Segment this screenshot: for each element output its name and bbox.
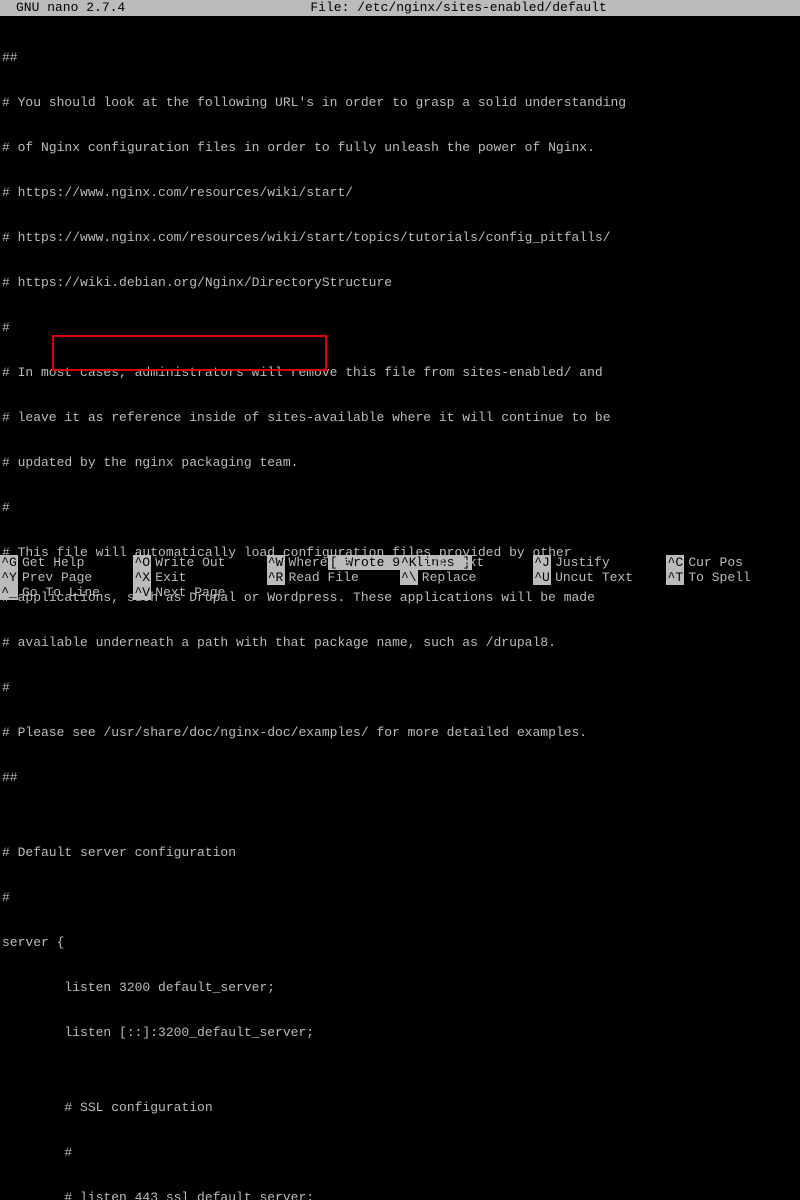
file-line: # (0, 1145, 800, 1160)
file-line: # SSL configuration (0, 1100, 800, 1115)
file-line: # (0, 320, 800, 335)
file-line: # https://www.nginx.com/resources/wiki/s… (0, 230, 800, 245)
file-line: # In most cases, administrators will rem… (0, 365, 800, 380)
shortcut-label: Get Help (22, 555, 84, 570)
file-line: listen 3200 default_server; (0, 980, 800, 995)
shortcut-label: Justify (555, 555, 610, 570)
file-line: # available underneath a path with that … (0, 635, 800, 650)
shortcut-key: ^Y (0, 570, 18, 585)
shortcut-label: Cut Text (422, 555, 484, 570)
file-line: # of Nginx configuration files in order … (0, 140, 800, 155)
shortcut-label: Prev Page (22, 570, 92, 585)
shortcut-label: Read File (289, 570, 359, 585)
shortcut-key: ^W (267, 555, 285, 570)
shortcut-key: ^_ (0, 585, 18, 600)
shortcut-label: Where Is (289, 555, 351, 570)
file-line: listen [::]:3200_default_server; (0, 1025, 800, 1040)
file-line: # listen 443 ssl default_server; (0, 1190, 800, 1200)
shortcut-key: ^\ (400, 570, 418, 585)
shortcut-label: Go To Line (22, 585, 100, 600)
file-line: # (0, 680, 800, 695)
shortcut-key: ^G (0, 555, 18, 570)
shortcut-prev-page[interactable]: ^Y Prev Page (0, 570, 133, 585)
shortcut-where-is[interactable]: ^W Where Is (267, 555, 400, 570)
file-line: # (0, 890, 800, 905)
shortcut-label: Replace (422, 570, 477, 585)
shortcut-justify[interactable]: ^J Justify (533, 555, 666, 570)
file-line: ## (0, 770, 800, 785)
shortcut-key: ^R (267, 570, 285, 585)
file-line: # (0, 500, 800, 515)
shortcut-key: ^J (533, 555, 551, 570)
file-line: # leave it as reference inside of sites-… (0, 410, 800, 425)
shortcut-cur-pos[interactable]: ^C Cur Pos (666, 555, 799, 570)
shortcut-label: Write Out (155, 555, 225, 570)
file-line: # You should look at the following URL's… (0, 95, 800, 110)
shortcut-label: Next Page (155, 585, 225, 600)
file-line: # Default server configuration (0, 845, 800, 860)
file-line: ## (0, 50, 800, 65)
shortcut-label: Uncut Text (555, 570, 633, 585)
shortcut-read-file[interactable]: ^R Read File (267, 570, 400, 585)
shortcut-go-to-line[interactable]: ^_ Go To Line (0, 585, 133, 600)
shortcut-label: To Spell (688, 570, 750, 585)
shortcut-key: ^C (666, 555, 684, 570)
shortcut-write-out[interactable]: ^O Write Out (133, 555, 266, 570)
shortcut-key: ^T (666, 570, 684, 585)
shortcut-key: ^K (400, 555, 418, 570)
file-line: # https://www.nginx.com/resources/wiki/s… (0, 185, 800, 200)
file-line: # Please see /usr/share/doc/nginx-doc/ex… (0, 725, 800, 740)
file-path: File: /etc/nginx/sites-enabled/default (125, 0, 792, 16)
shortcut-label: Cur Pos (688, 555, 743, 570)
shortcut-get-help[interactable]: ^G Get Help (0, 555, 133, 570)
file-line: # https://wiki.debian.org/Nginx/Director… (0, 275, 800, 290)
shortcut-key: ^O (133, 555, 151, 570)
shortcut-to-spell[interactable]: ^T To Spell (666, 570, 799, 585)
app-name: GNU nano 2.7.4 (8, 0, 125, 16)
file-line: # updated by the nginx packaging team. (0, 455, 800, 470)
shortcut-key: ^V (133, 585, 151, 600)
title-bar: GNU nano 2.7.4 File: /etc/nginx/sites-en… (0, 0, 800, 16)
shortcut-label: Exit (155, 570, 186, 585)
file-line: server { (0, 935, 800, 950)
shortcut-key: ^X (133, 570, 151, 585)
shortcut-replace[interactable]: ^\ Replace (400, 570, 533, 585)
shortcut-key: ^U (533, 570, 551, 585)
shortcut-exit[interactable]: ^X Exit (133, 570, 266, 585)
shortcut-cut-text[interactable]: ^K Cut Text (400, 555, 533, 570)
shortcut-next-page[interactable]: ^V Next Page (133, 585, 266, 600)
shortcut-uncut-text[interactable]: ^U Uncut Text (533, 570, 666, 585)
editor-content[interactable]: ## # You should look at the following UR… (0, 16, 800, 1200)
shortcut-bar: ^G Get Help ^O Write Out ^W Where Is ^K Cut … (0, 555, 800, 600)
